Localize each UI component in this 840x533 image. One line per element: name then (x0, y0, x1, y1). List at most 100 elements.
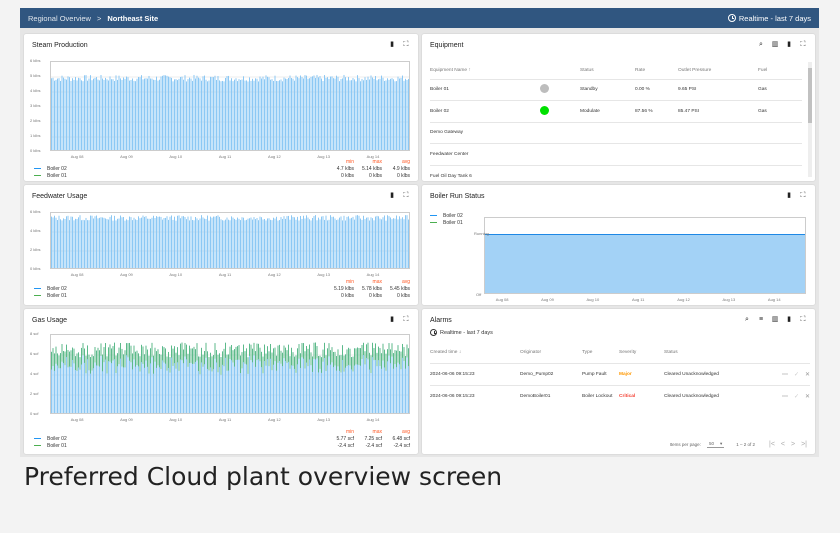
column-header-rate[interactable]: Rate (635, 62, 678, 79)
column-header-fuel[interactable]: Fuel (758, 62, 802, 79)
column-header-type[interactable]: Type (582, 343, 619, 363)
table-row[interactable]: Boiler 02 Modulate 87.56 % 85.47 PSI Gas (430, 100, 802, 122)
equipment-status: Modulate (580, 100, 635, 122)
y-tick-label: 2 scf (30, 391, 39, 396)
search-icon[interactable]: ⌕ (743, 316, 751, 324)
fullscreen-icon[interactable]: ⛶ (799, 41, 807, 49)
series-bar (217, 76, 219, 150)
column-header-name[interactable]: Equipment Name ↑ (430, 62, 540, 79)
series-bar-overlay (336, 356, 337, 371)
legend-item[interactable]: Boiler 02 (34, 285, 67, 292)
series-bar-overlay (408, 348, 409, 367)
alarms-timewindow[interactable]: Realtime - last 7 days (430, 329, 493, 336)
series-bar-overlay (199, 356, 201, 375)
legend-item[interactable]: Boiler 01 (34, 172, 67, 179)
series-bar (213, 77, 214, 150)
series-bar-overlay (373, 348, 375, 361)
table-row[interactable]: Demo Gateway (430, 121, 802, 144)
series-bar (336, 220, 337, 268)
series-bar (216, 79, 217, 150)
table-row[interactable]: 2024-06-06 09:15:23 DemoBoiler01 Boiler Lo… (430, 384, 810, 407)
series-bar-overlay (217, 354, 219, 373)
series-bar (136, 78, 138, 150)
previous-page-icon[interactable]: < (781, 441, 785, 448)
breadcrumb-regional-overview[interactable]: Regional Overview (28, 14, 91, 23)
column-header-created[interactable]: Created time ↓ (430, 343, 520, 363)
series-bar (162, 75, 163, 150)
series-bar (52, 217, 54, 268)
series-bar (279, 220, 280, 268)
series-bar-overlay (259, 347, 261, 362)
fullscreen-icon[interactable]: ⛶ (402, 316, 410, 324)
column-header-severity[interactable]: Severity (619, 343, 664, 363)
first-page-icon[interactable]: |< (769, 441, 775, 448)
timewindow-selector[interactable]: Realtime - last 7 days (727, 14, 811, 23)
series-bar (372, 77, 373, 150)
legend-item[interactable]: Boiler 01 (430, 219, 463, 226)
series-bar (315, 215, 316, 268)
series-bar (406, 80, 408, 150)
status-indicator-cell (540, 100, 580, 122)
series-bar (387, 215, 388, 268)
series-bar (252, 78, 253, 150)
last-page-icon[interactable]: >| (801, 441, 807, 448)
series-bar (220, 219, 222, 268)
series-bar (225, 219, 226, 268)
fullscreen-icon[interactable]: ⛶ (799, 192, 807, 200)
legend-item[interactable]: Boiler 02 (34, 165, 67, 172)
table-row[interactable]: Feedwater Center (430, 143, 802, 165)
columns-icon[interactable]: ▥ (771, 41, 779, 49)
series-bar-overlay (399, 351, 400, 365)
more-icon[interactable]: ⋯ (782, 394, 788, 400)
legend-item[interactable]: Boiler 02 (430, 212, 463, 219)
export-icon[interactable]: ▮ (785, 316, 793, 324)
column-header-status[interactable]: Status (664, 343, 764, 363)
legend-item[interactable]: Boiler 02 (34, 435, 67, 442)
column-header-status[interactable]: Status (580, 62, 635, 79)
clear-icon[interactable]: ✕ (805, 372, 810, 378)
table-row[interactable]: Boiler 01 Standby 0.00 % 9.65 PSI Gas (430, 78, 802, 101)
fullscreen-icon[interactable]: ⛶ (402, 192, 410, 200)
legend-item[interactable]: Boiler 01 (34, 292, 67, 299)
items-per-page-select[interactable]: 50 ▾ (706, 441, 725, 448)
table-scrollbar[interactable] (808, 62, 812, 177)
series-bar-overlay (211, 356, 213, 372)
column-header-originator[interactable]: Originator (520, 343, 582, 363)
fullscreen-icon[interactable]: ⛶ (799, 316, 807, 324)
export-icon[interactable]: ▮ (388, 41, 396, 49)
series-bar-overlay (120, 342, 121, 359)
acknowledge-icon[interactable]: ✓ (794, 372, 799, 378)
series-bar (190, 78, 192, 150)
series-bar (238, 218, 240, 268)
export-icon[interactable]: ▮ (785, 41, 793, 49)
table-row[interactable]: 2024-06-06 09:15:23 Demo_Pump02 Pump Fault… (430, 362, 810, 385)
next-page-icon[interactable]: > (791, 441, 795, 448)
clear-icon[interactable]: ✕ (805, 394, 810, 400)
series-bar-overlay (348, 347, 349, 365)
column-header-pressure[interactable]: Outlet Pressure (678, 62, 758, 79)
export-icon[interactable]: ▮ (388, 192, 396, 200)
legend-label: Boiler 01 (47, 292, 67, 299)
filter-icon[interactable]: ≡ (757, 316, 765, 324)
y-tick-label: 6 klbs (30, 58, 41, 63)
series-bar-overlay (81, 347, 82, 365)
y-tick-label: 3 klbs (30, 103, 41, 108)
series-bar (66, 79, 67, 150)
legend-item[interactable]: Boiler 01 (34, 442, 67, 449)
series-bar (379, 78, 381, 150)
series-bar-overlay (205, 342, 207, 358)
columns-icon[interactable]: ▥ (771, 316, 779, 324)
search-icon[interactable]: ⌕ (757, 41, 765, 49)
series-bar (165, 75, 166, 150)
more-icon[interactable]: ⋯ (782, 372, 788, 378)
export-icon[interactable]: ▮ (785, 192, 793, 200)
export-icon[interactable]: ▮ (388, 316, 396, 324)
acknowledge-icon[interactable]: ✓ (794, 394, 799, 400)
table-row[interactable]: Fuel Oil Day Tank 6 (430, 164, 802, 181)
fullscreen-icon[interactable]: ⛶ (402, 41, 410, 49)
series-bar (246, 219, 247, 268)
series-bar (237, 217, 238, 268)
series-bar (303, 215, 304, 268)
clock-icon (430, 329, 437, 336)
series-bar-overlay (225, 342, 226, 358)
